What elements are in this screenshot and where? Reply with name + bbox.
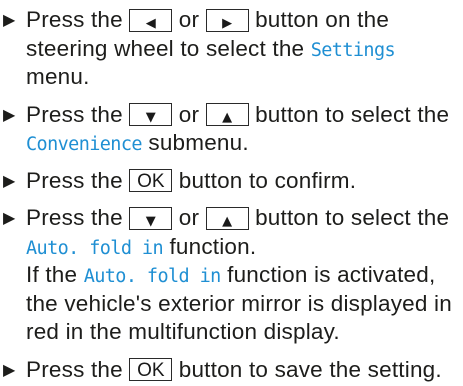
step-text: function is activated,: [227, 262, 436, 287]
step-bullet-icon: ▶: [3, 104, 16, 124]
step-select-settings-menu: ▶ Press the ◀ or ▶ button on the steerin…: [0, 6, 463, 92]
left-button-symbol: ◀: [129, 8, 173, 32]
step-text: button to confirm.: [178, 167, 357, 193]
step-note-line: the vehicle's exterior mirror is display…: [26, 290, 463, 319]
step-bullet-icon: ▶: [3, 359, 16, 379]
step-note-line: If the Auto. fold in function is activat…: [26, 261, 463, 290]
step-text: the vehicle's exterior mirror is display…: [26, 290, 452, 316]
step-text: Press the: [26, 205, 123, 230]
display-term-settings: Settings: [310, 39, 396, 61]
step-bullet-icon: ▶: [3, 10, 16, 29]
step-line: steering wheel to select the Settings: [26, 35, 463, 64]
step-text: steering wheel to select the: [26, 35, 305, 61]
step-confirm: ▶ Press the OK button to confirm.: [0, 167, 463, 196]
step-text: red in the multifunction display.: [26, 319, 340, 344]
down-arrow-icon: ▼: [145, 213, 156, 229]
right-arrow-icon: ▶: [222, 15, 233, 31]
step-line: menu.: [26, 63, 463, 92]
ok-key-label: OK: [137, 360, 165, 382]
step-text: or: [178, 205, 200, 230]
ok-button-symbol: OK: [129, 358, 173, 382]
down-arrow-icon: ▼: [145, 110, 156, 126]
step-text: button to select the: [255, 205, 450, 230]
manual-instructions: ▶ Press the ◀ or ▶ button on the steerin…: [0, 6, 463, 384]
step-select-convenience-submenu: ▶ Press the ▼ or ▲ button to select the …: [0, 101, 463, 158]
right-button-symbol: ▶: [205, 8, 249, 32]
up-button-symbol: ▲: [205, 206, 249, 230]
step-text: or: [178, 7, 200, 32]
left-arrow-icon: ◀: [145, 15, 156, 31]
step-text: button to select the: [255, 101, 450, 127]
step-text: If the: [26, 262, 78, 287]
step-text: function.: [169, 233, 257, 259]
step-text: or: [178, 101, 200, 127]
step-text: button to save the setting.: [178, 356, 442, 382]
step-line: Press the OK button to save the setting.: [26, 356, 463, 385]
step-text: submenu.: [148, 130, 249, 155]
step-text: Press the: [26, 101, 123, 127]
step-text: menu.: [26, 64, 90, 89]
down-button-symbol: ▼: [129, 103, 173, 127]
step-text: button on the: [255, 7, 390, 32]
step-line: Convenience submenu.: [26, 129, 463, 158]
step-line: Press the ▼ or ▲ button to select the: [26, 204, 463, 233]
display-term-convenience: Convenience: [26, 134, 143, 155]
step-save-setting: ▶ Press the OK button to save the settin…: [0, 356, 463, 385]
display-term-auto-fold-in: Auto. fold in: [83, 266, 222, 287]
step-text: Press the: [26, 356, 123, 382]
step-note-line: red in the multifunction display.: [26, 318, 463, 347]
ok-key-label: OK: [137, 171, 165, 193]
step-line: Press the OK button to confirm.: [26, 167, 463, 196]
up-arrow-icon: ▲: [222, 213, 233, 229]
step-text: Press the: [26, 7, 123, 32]
up-button-symbol: ▲: [205, 103, 249, 127]
step-line: Press the ▼ or ▲ button to select the: [26, 101, 463, 130]
down-button-symbol: ▼: [129, 206, 173, 230]
step-select-auto-fold-in: ▶ Press the ▼ or ▲ button to select the …: [0, 204, 463, 347]
up-arrow-icon: ▲: [222, 110, 233, 126]
ok-button-symbol: OK: [129, 169, 173, 193]
step-line: Press the ◀ or ▶ button on the: [26, 6, 463, 35]
step-line: Auto. fold in function.: [26, 233, 463, 262]
step-bullet-icon: ▶: [3, 170, 16, 190]
display-term-auto-fold-in: Auto. fold in: [26, 237, 164, 259]
step-text: Press the: [26, 167, 123, 193]
step-bullet-icon: ▶: [3, 208, 16, 227]
